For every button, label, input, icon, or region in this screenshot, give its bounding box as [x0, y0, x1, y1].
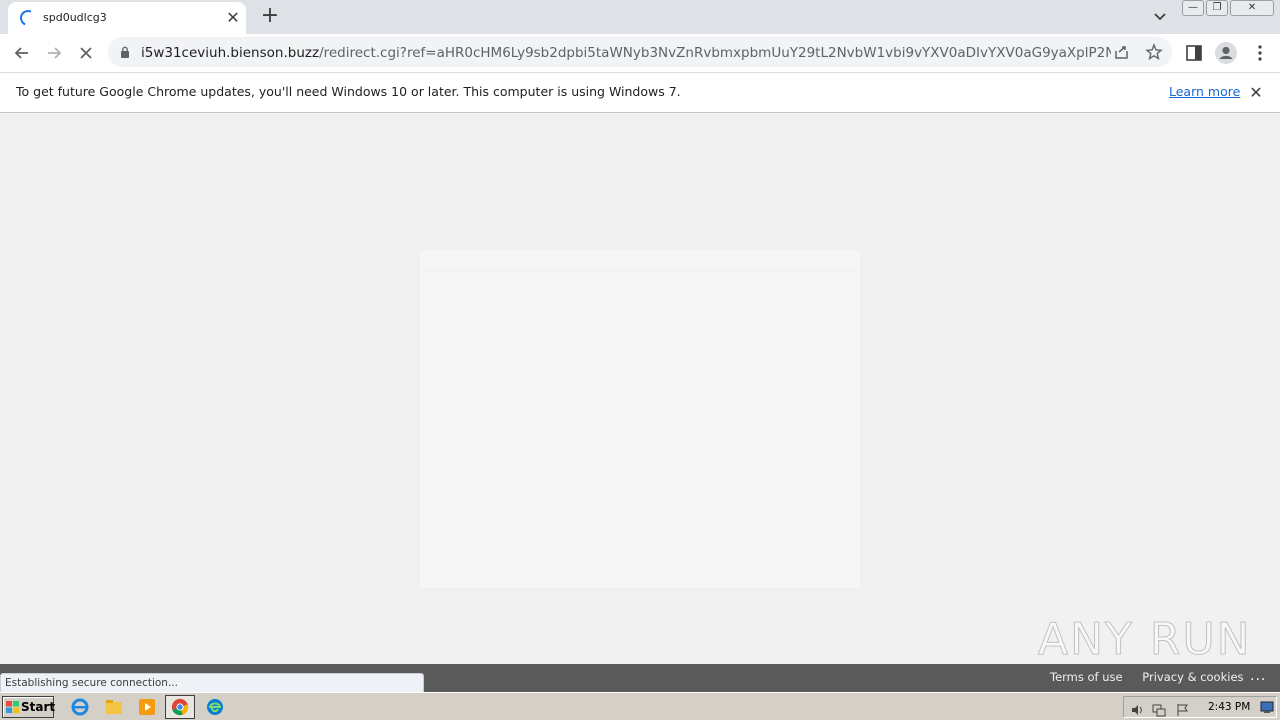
learn-more-link[interactable]: Learn more [1169, 84, 1240, 99]
address-bar[interactable]: i5w31ceviuh.bienson.buzz/redirect.cgi?re… [108, 37, 1172, 67]
tab-close-icon[interactable]: ✕ [223, 8, 243, 28]
share-icon[interactable] [1113, 43, 1131, 61]
loading-card [420, 250, 860, 588]
side-panel-icon[interactable] [1184, 43, 1204, 63]
action-center-flag-icon[interactable] [1176, 703, 1190, 717]
anyrun-watermark: ANY RUN [1038, 614, 1252, 666]
update-infobar: To get future Google Chrome updates, you… [0, 72, 1280, 113]
chrome-taskbar-button[interactable] [165, 695, 195, 719]
window-controls: — ❐ ✕ [1182, 0, 1276, 18]
chrome-icon [171, 698, 189, 716]
tab-search-chevron-icon[interactable] [1150, 6, 1170, 26]
stop-icon [80, 47, 92, 59]
back-arrow-icon [14, 47, 28, 59]
start-label: Start [21, 700, 56, 714]
windows-taskbar: Start 2:43 PM [0, 692, 1280, 720]
page-content [0, 113, 1280, 664]
taskbar-clock[interactable]: 2:43 PM [1208, 701, 1250, 713]
start-button[interactable]: Start [2, 696, 56, 718]
privacy-link[interactable]: Privacy & cookies [1142, 670, 1243, 684]
network-icon[interactable] [1152, 703, 1166, 717]
forward-arrow-icon [48, 47, 62, 59]
internet-explorer-icon[interactable] [70, 697, 90, 717]
infobar-close-icon[interactable]: ✕ [1246, 83, 1266, 103]
terms-link[interactable]: Terms of use [1050, 670, 1123, 684]
file-explorer-icon[interactable] [104, 697, 124, 717]
show-desktop-icon[interactable] [1260, 700, 1274, 714]
profile-avatar-icon[interactable] [1214, 41, 1238, 65]
tab-title: spd0udlcg3 [43, 11, 107, 24]
infobar-message: To get future Google Chrome updates, you… [16, 84, 681, 99]
system-tray [1123, 696, 1277, 718]
lock-icon[interactable] [120, 46, 130, 58]
minimize-button[interactable]: — [1182, 0, 1204, 16]
bookmark-star-icon[interactable] [1145, 43, 1163, 61]
card-divider [420, 270, 860, 271]
url-text[interactable]: i5w31ceviuh.bienson.buzz/redirect.cgi?re… [141, 45, 1111, 61]
browser-toolbar: i5w31ceviuh.bienson.buzz/redirect.cgi?re… [0, 34, 1280, 72]
windows-flag-icon [6, 701, 19, 713]
edge-icon[interactable] [205, 697, 225, 717]
forward-button[interactable] [40, 39, 68, 67]
menu-kebab-icon[interactable] [1250, 43, 1270, 63]
back-button[interactable] [8, 39, 36, 67]
browser-tab[interactable]: spd0udlcg3 ✕ [8, 2, 246, 34]
window-close-button[interactable]: ✕ [1230, 0, 1274, 16]
more-options-icon[interactable]: ... [1250, 668, 1266, 684]
restore-button[interactable]: ❐ [1206, 0, 1228, 16]
media-player-icon[interactable] [137, 697, 157, 717]
stop-loading-button[interactable] [72, 39, 100, 67]
volume-icon[interactable] [1130, 703, 1144, 717]
new-tab-button[interactable]: + [258, 5, 282, 29]
tab-strip: spd0udlcg3 ✕ + — ❐ ✕ [0, 0, 1280, 34]
status-bubble: Establishing secure connection... [0, 673, 424, 692]
loading-spinner-icon [17, 7, 39, 29]
